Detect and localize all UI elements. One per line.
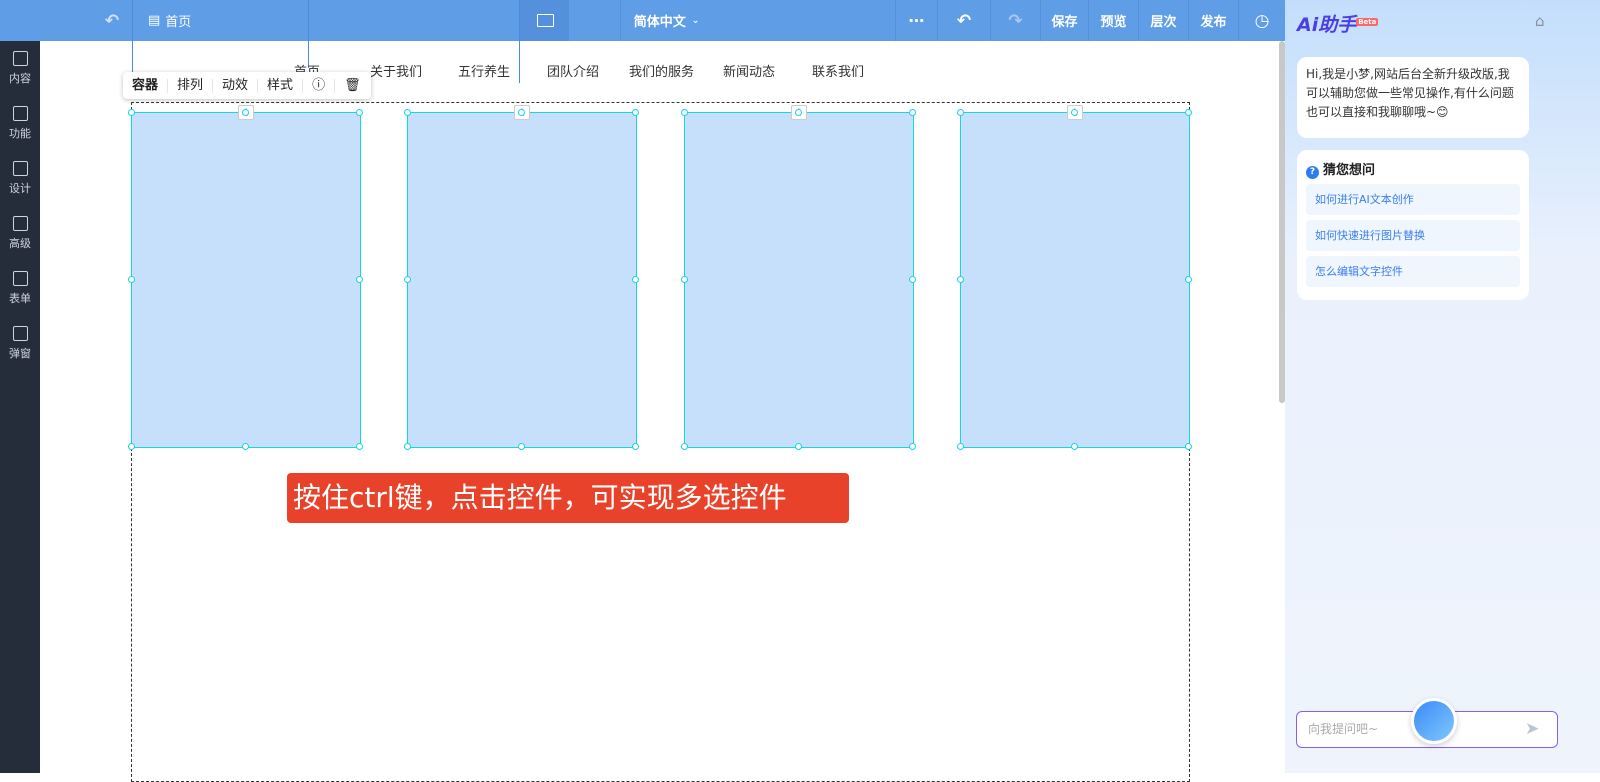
resize-handle[interactable] bbox=[1071, 443, 1078, 450]
page-selector[interactable]: ▤ 首页 bbox=[132, 0, 308, 41]
resize-handle[interactable] bbox=[681, 276, 688, 283]
document-icon bbox=[12, 51, 28, 66]
desktop-view-button[interactable] bbox=[520, 0, 569, 41]
resize-handle[interactable] bbox=[1185, 109, 1192, 116]
resize-handle[interactable] bbox=[681, 109, 688, 116]
sidebar-item-design[interactable]: 设计 bbox=[0, 151, 40, 206]
save-button[interactable]: 保存 bbox=[1040, 0, 1088, 41]
monitor-icon bbox=[536, 14, 554, 27]
floating-toolbar: 容器 排列 动效 样式 ⓘ 🗑 bbox=[123, 72, 371, 99]
nav-item[interactable]: 五行养生 bbox=[458, 61, 510, 80]
resize-handle[interactable] bbox=[681, 443, 688, 450]
window-icon bbox=[12, 326, 28, 341]
resize-handle[interactable] bbox=[128, 276, 135, 283]
question-icon: ? bbox=[1306, 166, 1319, 179]
resize-handle[interactable] bbox=[404, 443, 411, 450]
animation-tab[interactable]: 动效 bbox=[213, 78, 259, 93]
resize-handle[interactable] bbox=[1185, 443, 1192, 450]
resize-handle[interactable] bbox=[404, 109, 411, 116]
publish-button[interactable]: 发布 bbox=[1188, 0, 1238, 41]
layout-icon bbox=[12, 161, 28, 176]
resize-handle[interactable] bbox=[1071, 109, 1078, 116]
resize-handle[interactable] bbox=[632, 443, 639, 450]
resize-handle[interactable] bbox=[1185, 276, 1192, 283]
container-box[interactable]: ⤓ bbox=[404, 105, 639, 450]
question-item[interactable]: 如何快速进行图片替换 bbox=[1306, 220, 1520, 251]
resize-handle[interactable] bbox=[404, 276, 411, 283]
greeting-message: Hi,我是小梦,网站后台全新升级改版,我可以辅助您做一些常见操作,有什么问题也可… bbox=[1297, 57, 1529, 138]
resize-handle[interactable] bbox=[242, 443, 249, 450]
sidebar-item-features[interactable]: 功能 bbox=[0, 96, 40, 151]
redo-button[interactable]: ↷ bbox=[990, 0, 1040, 41]
resize-handle[interactable] bbox=[518, 109, 525, 116]
container-tab[interactable]: 容器 bbox=[123, 78, 169, 93]
ai-logo: Ai助手 Beta bbox=[1297, 14, 1379, 36]
layers-button[interactable]: 层次 bbox=[1138, 0, 1188, 41]
resize-handle[interactable] bbox=[632, 109, 639, 116]
grid-icon bbox=[12, 106, 28, 121]
resize-handle[interactable] bbox=[957, 276, 964, 283]
list-icon bbox=[12, 271, 28, 286]
page-icon: ▤ bbox=[148, 13, 161, 28]
container-box[interactable]: ⤓ bbox=[681, 105, 916, 450]
container-box[interactable]: ⤓ bbox=[957, 105, 1192, 450]
nav-item[interactable]: 我们的服务 bbox=[629, 61, 694, 80]
clear-icon[interactable]: ⌂ bbox=[1535, 12, 1545, 30]
resize-handle[interactable] bbox=[957, 443, 964, 450]
chevron-down-icon: ⌄ bbox=[691, 15, 700, 26]
nav-item[interactable]: 关于我们 bbox=[370, 61, 422, 80]
resize-handle[interactable] bbox=[518, 443, 525, 450]
help-icon[interactable]: ⓘ bbox=[303, 78, 336, 93]
resize-handle[interactable] bbox=[909, 276, 916, 283]
language-select[interactable]: 简体中文 ⌄ bbox=[620, 0, 712, 41]
history-button[interactable]: ◷ bbox=[1238, 0, 1285, 41]
nav-item[interactable]: 新闻动态 bbox=[723, 61, 775, 80]
resize-handle[interactable] bbox=[242, 109, 249, 116]
resize-handle[interactable] bbox=[128, 109, 135, 116]
style-tab[interactable]: 样式 bbox=[258, 78, 304, 93]
resize-handle[interactable] bbox=[128, 443, 135, 450]
assistant-orb[interactable] bbox=[1411, 698, 1457, 744]
container-box[interactable]: ⤓ bbox=[128, 105, 363, 450]
resize-handle[interactable] bbox=[356, 109, 363, 116]
code-icon bbox=[12, 216, 28, 231]
undo-button[interactable]: ↶ bbox=[937, 0, 990, 41]
sidebar-item-advanced[interactable]: 高级 bbox=[0, 206, 40, 261]
trash-icon[interactable]: 🗑 bbox=[335, 78, 370, 93]
left-sidebar: 内容 功能 设计 高级 表单 弹窗 bbox=[0, 41, 40, 773]
preview-button[interactable]: 预览 bbox=[1088, 0, 1138, 41]
ai-assistant-panel: Ai助手 Beta ⌂ Hi,我是小梦,网站后台全新升级改版,我可以辅助您做一些常… bbox=[1285, 0, 1600, 773]
suggested-questions: ? 猜您想问 如何进行AI文本创作 如何快速进行图片替换 怎么编辑文字控件 bbox=[1297, 150, 1529, 300]
question-item[interactable]: 如何进行AI文本创作 bbox=[1306, 184, 1520, 215]
nav-item[interactable]: 联系我们 bbox=[812, 61, 864, 80]
sidebar-item-popup[interactable]: 弹窗 bbox=[0, 316, 40, 371]
more-button[interactable]: ⋯ bbox=[895, 0, 937, 41]
back-button[interactable]: ↶ bbox=[92, 0, 132, 41]
top-toolbar: ↶ ▤ 首页 简体中文 ⌄ ⋯ ↶ ↷ 保存 预览 层次 发布 ◷ bbox=[0, 0, 1285, 41]
guide-line bbox=[519, 0, 520, 83]
arrange-tab[interactable]: 排列 bbox=[168, 78, 214, 93]
resize-handle[interactable] bbox=[909, 443, 916, 450]
nav-item[interactable]: 团队介绍 bbox=[547, 61, 599, 80]
sidebar-item-form[interactable]: 表单 bbox=[0, 261, 40, 316]
guide-line bbox=[308, 0, 309, 68]
resize-handle[interactable] bbox=[957, 109, 964, 116]
resize-handle[interactable] bbox=[795, 109, 802, 116]
resize-handle[interactable] bbox=[356, 276, 363, 283]
tip-banner: 按住ctrl键，点击控件，可实现多选控件 bbox=[287, 473, 849, 523]
question-item[interactable]: 怎么编辑文字控件 bbox=[1306, 256, 1520, 287]
resize-handle[interactable] bbox=[909, 109, 916, 116]
resize-handle[interactable] bbox=[795, 443, 802, 450]
guide-line bbox=[132, 0, 133, 75]
resize-handle[interactable] bbox=[632, 276, 639, 283]
send-icon[interactable]: ➤ bbox=[1525, 719, 1539, 739]
sidebar-item-content[interactable]: 内容 bbox=[0, 41, 40, 96]
resize-handle[interactable] bbox=[356, 443, 363, 450]
